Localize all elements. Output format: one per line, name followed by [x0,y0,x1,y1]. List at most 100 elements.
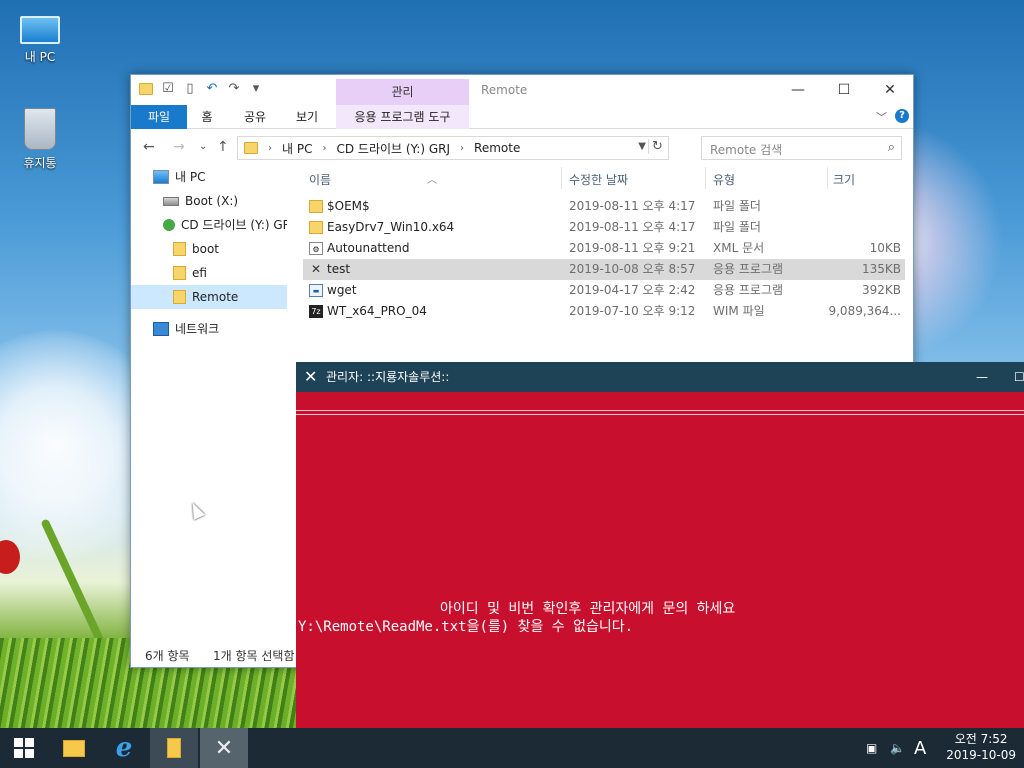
taskbar: e ✕ ▣ 🔈 A 오전 7:52 2019-10-09 [0,728,1024,768]
console-message: 아이디 및 비번 확인후 관리자에게 문의 하세요 [440,601,736,617]
file-row[interactable]: ▬ wget 2019-04-17 오후 2:42 응용 프로그램 392KB [303,280,905,301]
address-row: ← → ⌄ ↑ › 내 PC › CD 드라이브 (Y:) GRJ › Remo… [131,129,913,165]
tab-file[interactable]: 파일 [131,105,187,129]
file-type: WIM 파일 [713,304,765,318]
tab-application-tools[interactable]: 응용 프로그램 도구 [336,105,469,129]
file-date: 2019-08-11 오후 4:17 [569,199,696,213]
minimize-button[interactable]: — [775,75,821,105]
nav-item-label: boot [192,242,220,256]
nav-item-label: CD 드라이브 (Y:) GRJ [181,218,287,232]
chevron-down-icon[interactable]: ▼ [638,141,646,152]
computer-icon [20,16,60,44]
file-size: 135KB [861,262,901,276]
file-size: 10KB [869,241,901,255]
nav-item-network[interactable]: 네트워크 [131,317,287,341]
maximize-button[interactable]: ☐ [1014,362,1024,392]
file-type: 파일 폴더 [713,220,761,234]
maximize-button[interactable]: ☐ [821,75,867,105]
taskbar-console-window[interactable]: ✕ [200,728,248,768]
customize-qat-icon[interactable]: ▾ [249,81,263,97]
file-date: 2019-10-08 오후 8:57 [569,262,696,276]
title-bar[interactable]: ☑ ▯ ↶ ↷ ▾ 관리 Remote — ☐ ✕ [131,75,913,105]
redo-icon[interactable]: ↷ [227,81,241,97]
search-input[interactable]: Remote 검색 ⌕ [701,136,902,160]
desktop-icon-this-pc[interactable]: 내 PC [10,10,70,65]
tab-home[interactable]: 홈 [191,105,223,129]
back-arrow-icon[interactable]: ← [143,139,155,155]
column-header-name[interactable]: 이름 [309,171,331,188]
nav-item-label: Remote [192,290,239,304]
tab-share[interactable]: 공유 [235,105,275,129]
console-title: 관리자: ::지룡자솔루션:: [326,370,450,384]
folder-icon [139,83,153,95]
taskbar-explorer-window[interactable] [150,728,198,768]
column-header-size[interactable]: 크기 [833,171,855,188]
internet-explorer-icon: e [115,733,133,763]
folder-icon [167,738,181,758]
recycle-bin-icon [24,108,56,150]
desktop-icon-recycle-bin[interactable]: 휴지통 [10,108,70,171]
help-icon[interactable]: ? [895,109,909,123]
nav-item-boot-folder[interactable]: boot [131,237,287,261]
file-type: XML 문서 [713,241,765,255]
file-size: 392KB [861,283,901,297]
refresh-icon[interactable]: ↻ [648,139,666,154]
folder-icon [173,290,186,304]
nav-item-efi-folder[interactable]: efi [131,261,287,285]
search-icon[interactable]: ⌕ [888,140,895,155]
desktop-icon-label: 내 PC [24,50,56,64]
console-title-bar[interactable]: ✕ 관리자: ::지룡자솔루션:: — ☐ [296,362,1024,392]
file-row[interactable]: $OEM$ 2019-08-11 오후 4:17 파일 폴더 [303,196,905,217]
file-row[interactable]: ⚙ Autounattend 2019-08-11 오후 9:21 XML 문서… [303,238,905,259]
file-row[interactable]: ✕ test 2019-10-08 오후 8:57 응용 프로그램 135KB [303,259,905,280]
file-date: 2019-08-11 오후 9:21 [569,241,696,255]
start-button[interactable] [0,728,48,768]
chevron-down-icon[interactable]: ﹀ [876,109,887,125]
nav-item-cd-drive[interactable]: CD 드라이브 (Y:) GRJ [131,213,287,237]
context-tab-header: 관리 [336,79,469,105]
column-header-type[interactable]: 유형 [713,171,735,188]
file-name: test [327,262,351,276]
undo-icon[interactable]: ↶ [205,81,219,97]
up-arrow-icon[interactable]: ↑ [217,139,229,155]
minimize-button[interactable]: — [976,362,988,392]
nav-item-boot-drive[interactable]: Boot (X:) [131,189,287,213]
network-tray-icon[interactable]: ▣ [866,728,877,768]
forward-arrow-icon[interactable]: → [173,139,185,155]
computer-icon [153,170,169,184]
ime-indicator[interactable]: A [914,728,926,768]
properties-icon[interactable]: ☑ [161,81,175,97]
close-button[interactable]: ✕ [867,75,913,105]
file-row[interactable]: EasyDrv7_Win10.x64 2019-08-11 오후 4:17 파일… [303,217,905,238]
breadcrumb-segment[interactable]: 내 PC [282,140,312,157]
volume-icon[interactable]: 🔈 [890,728,905,768]
tab-view[interactable]: 보기 [287,105,327,129]
nav-item-label: efi [192,266,207,280]
clock-time: 오전 7:52 [954,732,1008,746]
archive-icon: 7z [309,305,323,318]
file-row[interactable]: 7z WT_x64_PRO_04 2019-07-10 오후 9:12 WIM … [303,301,905,322]
nav-item-label: Boot (X:) [185,194,239,208]
taskbar-file-explorer[interactable] [50,728,98,768]
recent-locations-icon[interactable]: ⌄ [199,141,207,152]
nav-item-label: 내 PC [175,170,206,184]
console-error-message: Y:\Remote\ReadMe.txt을(를) 찾을 수 없습니다. [298,619,634,635]
breadcrumb-segment[interactable]: Remote [474,141,520,155]
system-clock[interactable]: 오전 7:52 2019-10-09 [946,731,1016,763]
chevron-right-icon[interactable]: › [322,143,326,154]
column-header-date[interactable]: 수정한 날짜 [569,171,628,188]
ribbon-tabs: 파일 홈 공유 보기 응용 프로그램 도구 ﹀ ? [131,105,913,129]
sort-ascending-icon: ︿ [427,175,437,186]
taskbar-internet-explorer[interactable]: e [100,728,148,768]
chevron-right-icon[interactable]: › [460,143,464,154]
file-type: 응용 프로그램 [713,262,784,276]
application-icon: ▬ [309,284,323,297]
breadcrumb-segment[interactable]: CD 드라이브 (Y:) GRJ [336,140,450,157]
nav-item-remote-folder[interactable]: Remote [131,285,287,309]
address-bar[interactable]: › 내 PC › CD 드라이브 (Y:) GRJ › Remote ▼ ↻ [237,136,669,160]
chevron-right-icon[interactable]: › [268,143,272,154]
new-folder-icon[interactable]: ▯ [183,81,197,97]
tools-icon: ✕ [304,367,318,386]
nav-item-this-pc[interactable]: 내 PC [131,165,287,189]
file-name: EasyDrv7_Win10.x64 [327,220,455,234]
